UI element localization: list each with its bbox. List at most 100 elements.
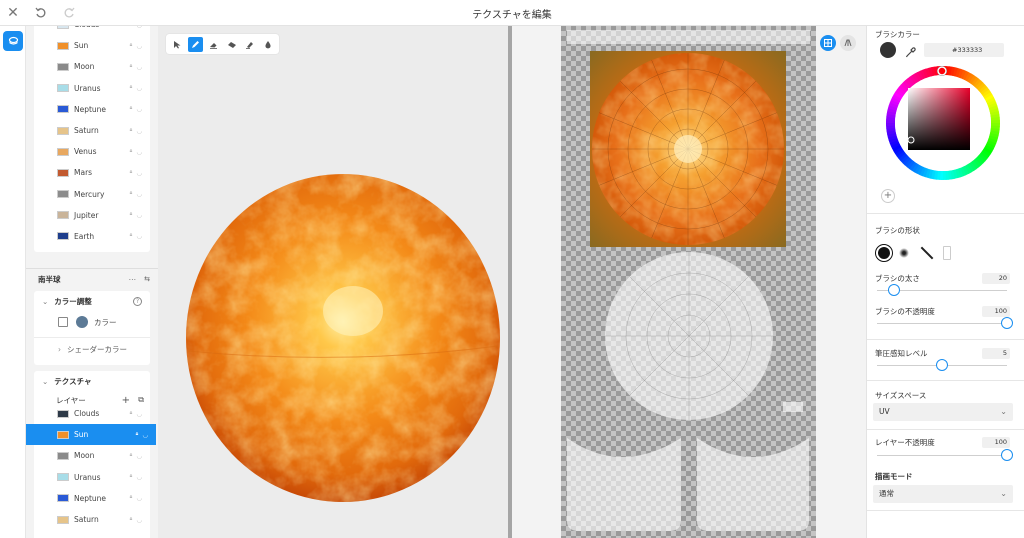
lock-icon[interactable]: 🔒︎ (130, 410, 133, 418)
brush-size-value[interactable]: 20 (982, 273, 1010, 284)
visibility-icon[interactable]: ◡ (136, 211, 142, 219)
lock-icon[interactable]: 🔒︎ (130, 26, 133, 29)
layer-name: Neptune (74, 104, 107, 114)
visibility-icon[interactable]: ◡ (142, 431, 148, 439)
add-swatch-icon[interactable]: + (881, 189, 895, 203)
fill-tool-icon[interactable] (242, 37, 257, 52)
layer-row[interactable]: Sun 🔒︎ ◡ (34, 35, 150, 56)
visibility-icon[interactable]: ◡ (136, 452, 142, 460)
brush-opacity-slider[interactable] (877, 323, 1007, 324)
hex-input[interactable]: #333333 (924, 43, 1004, 57)
layer-row[interactable]: Clouds🔒︎◡ (34, 403, 150, 424)
layer-name: Mars (74, 168, 93, 178)
texture-title: テクスチャ (54, 376, 92, 386)
sun-sphere[interactable] (183, 171, 503, 506)
shader-color-row[interactable]: › シェーダーカラー (34, 338, 150, 360)
color-swatch[interactable] (76, 316, 88, 328)
uv-mesh-icon[interactable] (840, 35, 856, 51)
size-space-select[interactable]: UV ⌄ (873, 403, 1013, 421)
color-checkbox[interactable] (58, 317, 68, 327)
lock-icon[interactable]: 🔒︎ (130, 516, 133, 524)
brush-shape-soft[interactable] (899, 248, 909, 258)
select-tool-icon[interactable] (170, 37, 185, 52)
color-adjust-header[interactable]: ⌄ カラー調整 ? (34, 291, 150, 311)
visibility-icon[interactable]: ◡ (136, 26, 142, 29)
visibility-icon[interactable]: ◡ (136, 190, 142, 198)
layer-opacity-knob[interactable] (1001, 449, 1013, 461)
lock-icon[interactable]: 🔒︎ (130, 452, 133, 460)
lock-icon[interactable]: 🔒︎ (130, 127, 133, 135)
uv-strip (567, 30, 810, 44)
3d-viewport[interactable] (158, 26, 508, 538)
layer-row[interactable]: Moon 🔒︎ ◡ (34, 445, 150, 466)
color-wheel[interactable] (885, 65, 1001, 181)
layer-row[interactable]: Venus 🔒︎ ◡ (34, 141, 150, 162)
brush-tool-icon[interactable] (188, 36, 203, 52)
layers-icon[interactable] (3, 31, 23, 51)
visibility-icon[interactable]: ◡ (136, 494, 142, 502)
layer-row[interactable]: Mars 🔒︎ ◡ (34, 162, 150, 183)
brush-opacity-value[interactable]: 100 (982, 306, 1010, 317)
visibility-icon[interactable]: ◡ (136, 473, 142, 481)
brush-shape-custom[interactable] (943, 246, 951, 260)
layer-row[interactable]: Sun 🔒︎ ◡ (26, 424, 156, 446)
visibility-icon[interactable]: ◡ (136, 232, 142, 240)
lock-icon[interactable]: 🔒︎ (130, 473, 133, 481)
layer-row[interactable]: Uranus 🔒︎ ◡ (34, 467, 150, 488)
lock-icon[interactable]: 🔒︎ (130, 190, 133, 198)
layer-row[interactable]: Uranus 🔒︎ ◡ (34, 78, 150, 99)
lock-icon[interactable]: 🔒︎ (130, 494, 133, 502)
more-icon[interactable]: ⋯ (129, 275, 137, 284)
layer-row[interactable]: Mercury 🔒︎ ◡ (34, 184, 150, 205)
pressure-knob[interactable] (936, 359, 948, 371)
settings-icon[interactable]: ⇆ (144, 275, 150, 283)
layer-row[interactable]: Saturn 🔒︎ ◡ (34, 120, 150, 141)
layer-row[interactable]: Saturn 🔒︎ ◡ (34, 509, 150, 530)
lock-icon[interactable]: 🔒︎ (130, 211, 133, 219)
lock-icon[interactable]: 🔒︎ (130, 232, 133, 240)
lock-icon[interactable]: 🔒︎ (130, 105, 133, 113)
visibility-icon[interactable]: ◡ (136, 84, 142, 92)
layer-opacity-slider[interactable] (877, 455, 1007, 456)
visibility-icon[interactable]: ◡ (136, 169, 142, 177)
uv-editor[interactable] (512, 26, 866, 538)
blend-mode-select[interactable]: 通常 ⌄ (873, 485, 1013, 503)
lock-icon[interactable]: 🔒︎ (130, 148, 133, 156)
current-color-swatch[interactable] (880, 42, 896, 58)
visibility-icon[interactable]: ◡ (136, 42, 142, 50)
layer-opacity-value[interactable]: 100 (982, 437, 1010, 448)
layer-row[interactable]: Moon 🔒︎ ◡ (34, 56, 150, 77)
eyedropper-icon[interactable] (905, 43, 917, 62)
brush-size-knob[interactable] (887, 284, 900, 296)
layer-row[interactable]: Neptune 🔒︎ ◡ (34, 488, 150, 509)
lock-icon[interactable]: 🔒︎ (130, 84, 133, 92)
lock-icon[interactable]: 🔒︎ (130, 63, 133, 71)
uv-grid-icon[interactable] (820, 35, 836, 51)
visibility-icon[interactable]: ◡ (136, 410, 142, 418)
layer-row[interactable]: Clouds🔒︎◡ (34, 26, 150, 35)
pressure-value[interactable]: 5 (982, 348, 1010, 359)
brush-opacity-knob[interactable] (1001, 317, 1013, 329)
eraser-tool-icon[interactable] (206, 37, 221, 52)
smudge-tool-icon[interactable] (224, 37, 239, 52)
texture-canvas[interactable] (561, 26, 816, 538)
texture-header[interactable]: ⌄ テクスチャ (34, 371, 150, 391)
visibility-icon[interactable]: ◡ (136, 516, 142, 524)
brush-shape-line[interactable] (920, 246, 934, 260)
object-section-header[interactable]: 南半球 ⋯ ⇆ (38, 269, 150, 289)
layer-name: Neptune (74, 493, 107, 503)
visibility-icon[interactable]: ◡ (136, 127, 142, 135)
visibility-icon[interactable]: ◡ (136, 63, 142, 71)
layer-row[interactable]: Earth 🔒︎ ◡ (34, 226, 150, 247)
lock-icon[interactable]: 🔒︎ (136, 431, 139, 439)
lock-icon[interactable]: 🔒︎ (130, 169, 133, 177)
visibility-icon[interactable]: ◡ (136, 148, 142, 156)
layer-row[interactable]: Jupiter 🔒︎ ◡ (34, 205, 150, 226)
lock-icon[interactable]: 🔒︎ (130, 42, 133, 50)
color-adjust-title: カラー調整 (54, 296, 92, 306)
help-icon[interactable]: ? (133, 296, 142, 306)
brush-shape-hard[interactable] (875, 244, 893, 262)
blur-tool-icon[interactable] (260, 37, 275, 52)
layer-row[interactable]: Neptune 🔒︎ ◡ (34, 99, 150, 120)
visibility-icon[interactable]: ◡ (136, 105, 142, 113)
